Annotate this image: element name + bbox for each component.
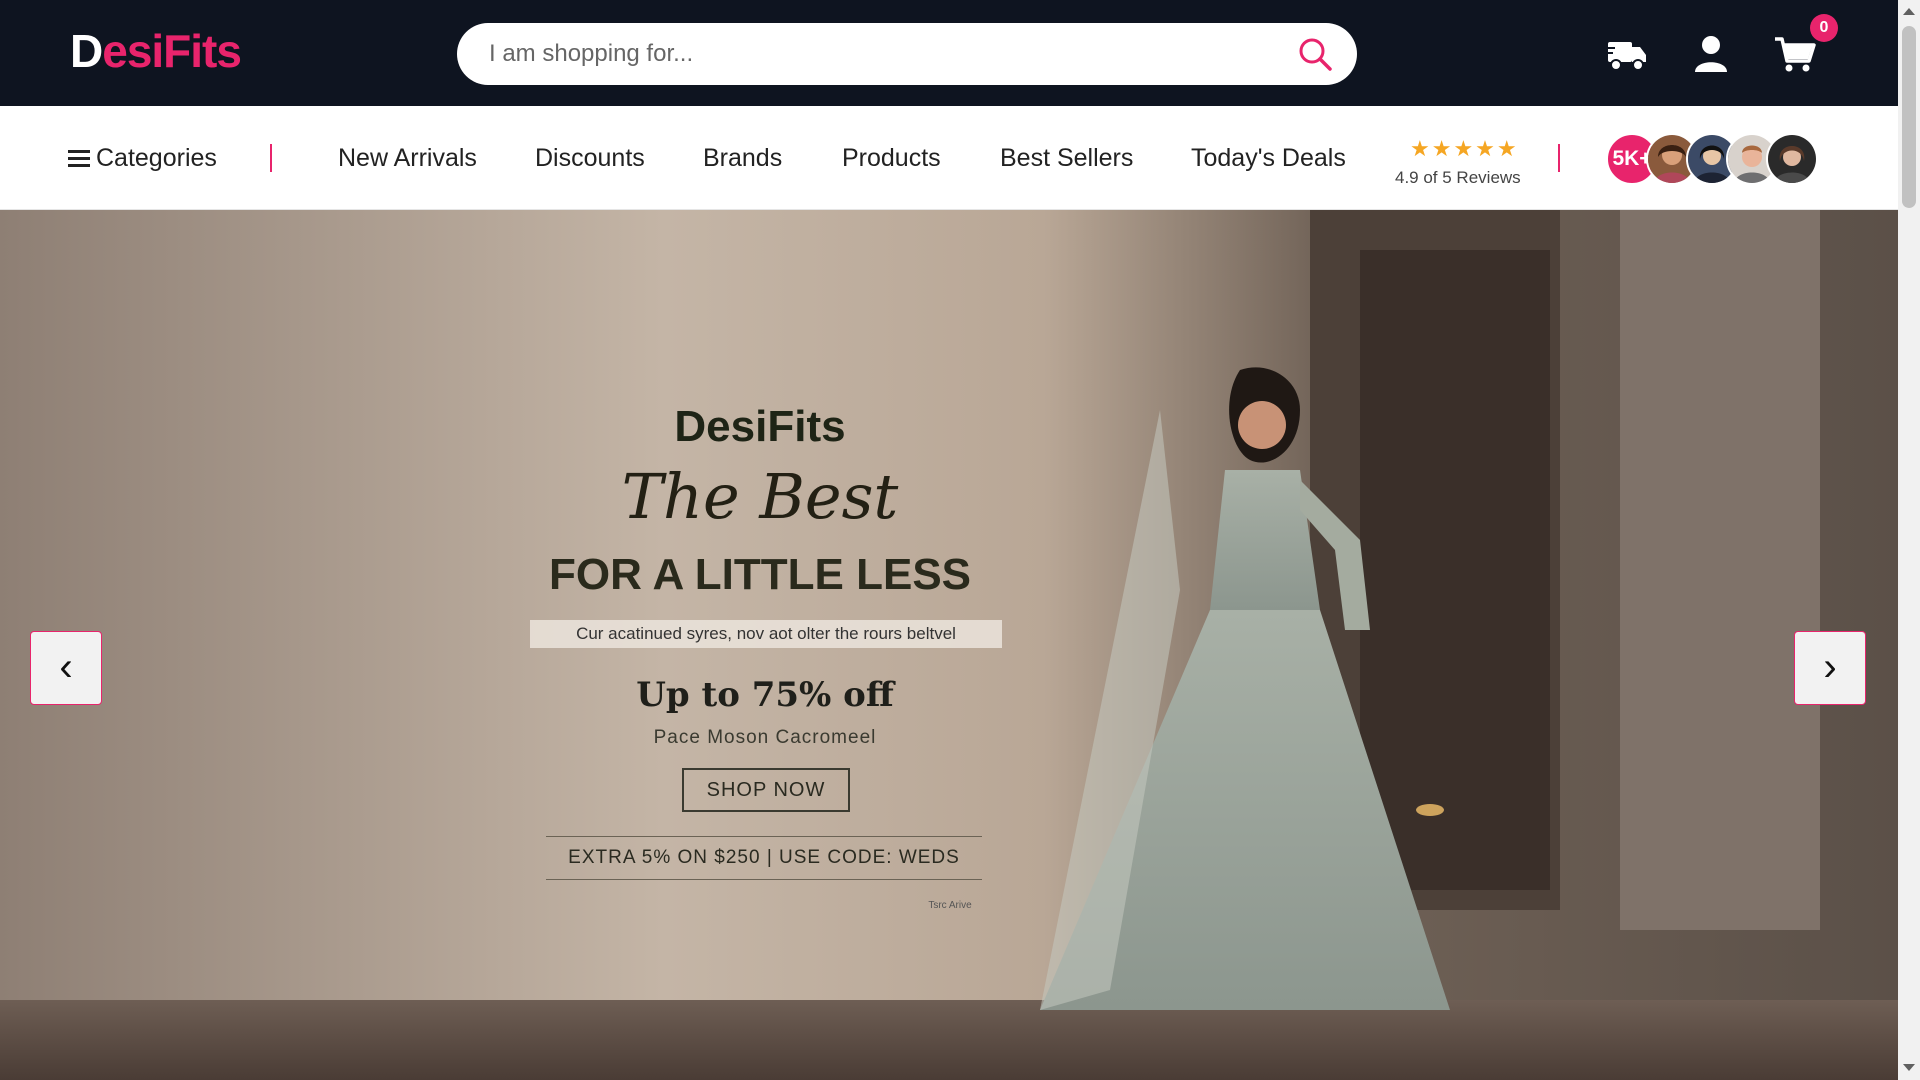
site-logo[interactable]: DesiFits — [70, 24, 242, 78]
nav-link-products[interactable]: Products — [842, 144, 941, 173]
cart-count-badge: 0 — [1810, 14, 1838, 42]
main-nav: Categories New Arrivals Discounts Brands… — [0, 106, 1898, 210]
shop-now-button[interactable]: SHOP NOW — [682, 768, 850, 812]
search-bar — [457, 23, 1357, 85]
hero-fine-print: Tsrc Arive — [928, 900, 972, 911]
nav-divider — [270, 144, 272, 172]
nav-link-new-arrivals[interactable]: New Arrivals — [338, 144, 477, 173]
hero-tagline: FOR A LITTLE LESS — [548, 550, 972, 599]
rating-text: 4.9 of 5 Reviews — [1395, 168, 1521, 187]
avatar — [1766, 133, 1818, 185]
nav-divider — [1558, 144, 1560, 172]
delivery-truck-icon[interactable] — [1606, 34, 1648, 74]
carousel-next-button[interactable]: › — [1794, 631, 1866, 705]
hero-small-line: Cur acatinued syres, nov aot olter the r… — [530, 620, 1002, 648]
nav-link-brands[interactable]: Brands — [703, 144, 782, 173]
search-input[interactable] — [489, 23, 1269, 85]
customer-avatars: 5K+ — [1606, 133, 1818, 185]
promo-code-line: EXTRA 5% ON $250 | USE CODE: WEDS — [546, 836, 982, 880]
scrollbar-thumb[interactable] — [1902, 26, 1916, 208]
user-icon[interactable] — [1690, 34, 1732, 74]
rating-stars: ★★★★★ — [1410, 136, 1519, 161]
hero-offer: Up to 75% off — [636, 675, 894, 715]
scroll-up-arrow-icon[interactable] — [1903, 8, 1915, 15]
hero-banner: DesiFits The Best FOR A LITTLE LESS Cur … — [0, 210, 1898, 1080]
hero-offer-subtitle: Pace Moson Cacromeel — [653, 727, 877, 748]
top-header: DesiFits 0 — [0, 0, 1898, 106]
categories-label: Categories — [96, 144, 217, 172]
logo-first-letter: D — [70, 25, 103, 77]
search-icon[interactable] — [1297, 36, 1333, 72]
hamburger-icon — [68, 149, 90, 168]
page: DesiFits 0 — [0, 0, 1920, 1080]
hero-promo: DesiFits The Best FOR A LITTLE LESS Cur … — [0, 210, 1530, 1080]
scroll-down-arrow-icon[interactable] — [1903, 1064, 1915, 1071]
nav-link-discounts[interactable]: Discounts — [535, 144, 645, 173]
carousel-prev-button[interactable]: ‹ — [30, 631, 102, 705]
hero-brand: DesiFits — [674, 402, 846, 451]
cart-icon[interactable] — [1774, 34, 1816, 74]
nav-link-todays-deals[interactable]: Today's Deals — [1191, 144, 1346, 173]
logo-rest: esiFits — [102, 25, 242, 77]
hero-script-title: The Best — [621, 460, 899, 533]
categories-menu-button[interactable]: Categories — [68, 144, 217, 173]
nav-link-best-sellers[interactable]: Best Sellers — [1000, 144, 1133, 173]
page-scrollbar[interactable] — [1898, 0, 1920, 1080]
